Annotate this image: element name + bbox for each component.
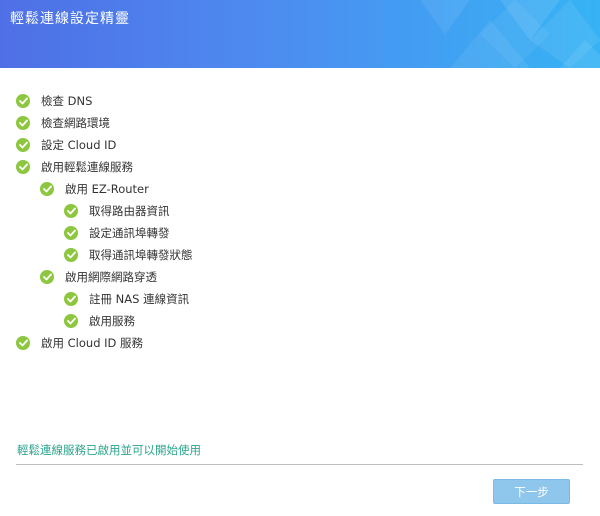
step-label: 啟用網際網路穿透 (65, 270, 157, 284)
wizard-header: 輕鬆連線設定精靈 (0, 0, 600, 68)
check-icon (40, 270, 54, 284)
next-button[interactable]: 下一步 (493, 479, 570, 504)
step-label: 啟用服務 (89, 314, 135, 328)
step-label: 啟用 Cloud ID 服務 (41, 336, 144, 350)
check-icon (64, 292, 78, 306)
step-enable-ezconnect: 啟用輕鬆連線服務 (16, 156, 133, 178)
step-label: 設定通訊埠轉發 (89, 226, 170, 240)
step-label: 檢查 DNS (41, 94, 93, 108)
header-decoration (420, 0, 600, 68)
step-check-network: 檢查網路環境 (16, 112, 110, 134)
footer-divider (16, 464, 583, 465)
step-label: 取得通訊埠轉發狀態 (89, 248, 193, 262)
step-label: 啟用輕鬆連線服務 (41, 160, 133, 174)
step-label: 取得路由器資訊 (89, 204, 170, 218)
step-label: 設定 Cloud ID (41, 138, 117, 152)
step-get-port-forwarding-status: 取得通訊埠轉發狀態 (64, 244, 193, 266)
step-label: 檢查網路環境 (41, 116, 110, 130)
step-set-port-forwarding: 設定通訊埠轉發 (64, 222, 170, 244)
step-enable-service: 啟用服務 (64, 310, 135, 332)
step-label: 啟用 EZ-Router (65, 182, 149, 196)
check-icon (64, 248, 78, 262)
check-icon (16, 94, 30, 108)
step-get-router-info: 取得路由器資訊 (64, 200, 170, 222)
step-set-cloud-id: 設定 Cloud ID (16, 134, 116, 156)
check-icon (16, 138, 30, 152)
check-icon (16, 116, 30, 130)
step-label: 註冊 NAS 連線資訊 (89, 292, 190, 306)
status-message: 輕鬆連線服務已啟用並可以開始使用 (17, 443, 201, 457)
check-icon (16, 160, 30, 174)
step-enable-ez-router: 啟用 EZ-Router (40, 178, 149, 200)
step-check-dns: 檢查 DNS (16, 90, 92, 112)
check-icon (64, 204, 78, 218)
check-icon (64, 226, 78, 240)
check-icon (64, 314, 78, 328)
step-register-nas-info: 註冊 NAS 連線資訊 (64, 288, 189, 310)
step-enable-cloud-id-service: 啟用 Cloud ID 服務 (16, 332, 143, 354)
check-icon (16, 336, 30, 350)
wizard-title: 輕鬆連線設定精靈 (10, 11, 130, 27)
step-enable-nat-traversal: 啟用網際網路穿透 (40, 266, 157, 288)
check-icon (40, 182, 54, 196)
